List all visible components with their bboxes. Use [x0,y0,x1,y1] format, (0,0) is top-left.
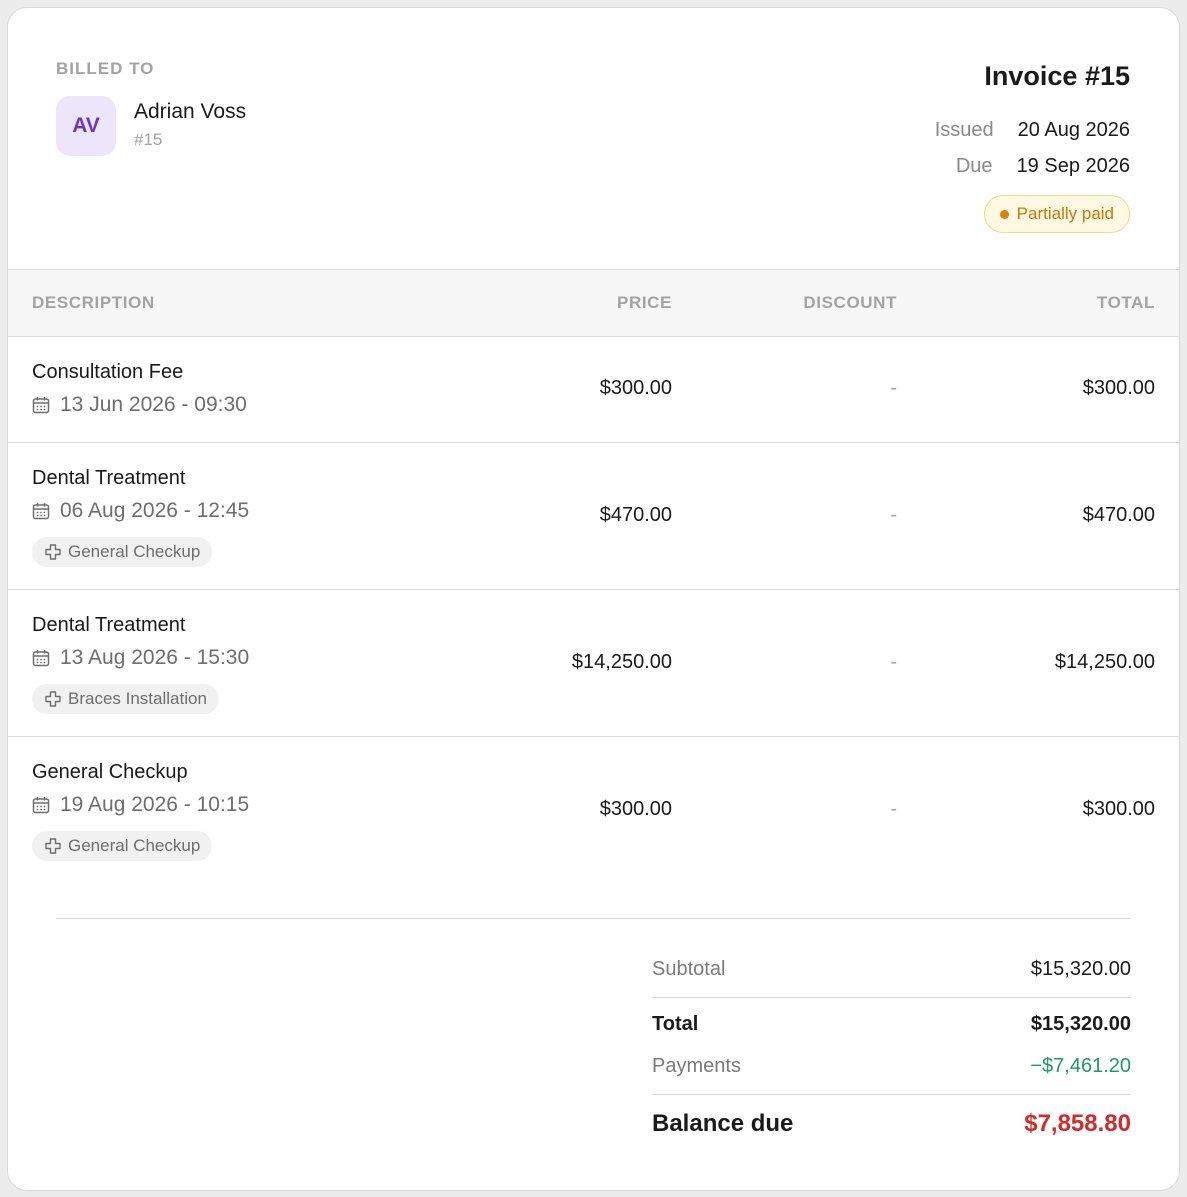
subtotal-row: Subtotal $15,320.00 [652,958,1131,981]
balance-row: Balance due $7,858.80 [652,1110,1131,1138]
item-price: $470.00 [599,504,672,526]
item-date: 19 Aug 2026 - 10:15 [32,793,249,817]
item-date-text: 13 Jun 2026 - 09:30 [60,393,247,416]
issued-date: 20 Aug 2026 [1017,119,1130,141]
col-description: DESCRIPTION [32,293,155,312]
item-price: $300.00 [599,377,672,399]
service-tag: General Checkup [32,831,213,861]
payments-value: −$7,461.20 [1030,1055,1131,1077]
summary-divider [56,918,1131,919]
status-text: Partially paid [1016,204,1114,223]
issued-label: Issued [934,119,994,141]
billed-to-label: BILLED TO [56,59,155,78]
calendar-icon [32,503,50,520]
item-date-text: 06 Aug 2026 - 12:45 [60,499,250,522]
item-total: $470.00 [1082,504,1155,526]
item-total: $300.00 [1082,798,1155,820]
table-row[interactable]: Dental Treatment 13 Aug 2026 - 15:30 Bra… [8,590,1179,737]
col-price: PRICE [617,293,672,312]
item-name: Consultation Fee [32,361,184,383]
due-row: Due 19 Sep 2026 [956,155,1130,178]
avatar: AV [56,96,116,156]
invoice-header: BILLED TO AV Adrian Voss #15 Invoice #15… [8,8,1179,269]
total-value: $15,320.00 [1030,1013,1131,1035]
table-header: DESCRIPTION PRICE DISCOUNT TOTAL [8,269,1179,337]
status-dot-icon [999,209,1009,219]
medical-cross-icon [45,544,61,560]
balance-value: $7,858.80 [1024,1110,1131,1137]
summary-line [652,1094,1131,1095]
payments-label: Payments [652,1055,741,1077]
status-badge: Partially paid [983,195,1130,233]
summary-line [652,997,1131,998]
service-tag-text: General Checkup [68,836,201,855]
medical-cross-icon [45,838,61,854]
item-total: $14,250.00 [1054,651,1155,673]
item-name: General Checkup [32,761,188,783]
calendar-icon [32,650,50,667]
item-name: Dental Treatment [32,467,186,489]
service-tag: General Checkup [32,537,213,567]
col-discount: DISCOUNT [803,293,897,312]
table-row[interactable]: General Checkup 19 Aug 2026 - 10:15 Gene… [8,737,1179,884]
table-row[interactable]: Consultation Fee 13 Jun 2026 - 09:30 $30… [8,337,1179,443]
due-date: 19 Sep 2026 [1016,155,1130,177]
table-row[interactable]: Dental Treatment 06 Aug 2026 - 12:45 Gen… [8,443,1179,590]
item-date-text: 19 Aug 2026 - 10:15 [60,793,250,816]
service-tag: Braces Installation [32,684,219,714]
service-tag-text: General Checkup [68,542,201,561]
item-total: $300.00 [1082,377,1155,399]
invoice-title: Invoice #15 [984,61,1130,91]
item-date: 06 Aug 2026 - 12:45 [32,499,249,523]
item-discount: - [890,651,897,673]
item-date: 13 Jun 2026 - 09:30 [32,393,247,417]
service-tag-text: Braces Installation [68,689,207,708]
calendar-icon [32,397,50,414]
client-id: #15 [134,130,163,149]
subtotal-label: Subtotal [652,958,726,980]
total-row: Total $15,320.00 [652,1013,1131,1036]
total-label: Total [652,1013,699,1035]
client-name[interactable]: Adrian Voss [134,100,246,124]
subtotal-value: $15,320.00 [1030,958,1131,980]
due-label: Due [955,155,993,177]
invoice-card: BILLED TO AV Adrian Voss #15 Invoice #15… [7,7,1180,1191]
item-price: $300.00 [599,798,672,820]
item-discount: - [890,377,897,399]
payments-row: Payments −$7,461.20 [652,1055,1131,1078]
item-price: $14,250.00 [571,651,672,673]
item-discount: - [890,504,897,526]
item-date-text: 13 Aug 2026 - 15:30 [60,646,250,669]
item-date: 13 Aug 2026 - 15:30 [32,646,249,670]
calendar-icon [32,797,50,814]
item-discount: - [890,798,897,820]
medical-cross-icon [45,691,61,707]
col-total: TOTAL [1096,293,1155,312]
balance-label: Balance due [652,1110,794,1137]
issued-row: Issued 20 Aug 2026 [935,119,1130,142]
item-name: Dental Treatment [32,614,186,636]
